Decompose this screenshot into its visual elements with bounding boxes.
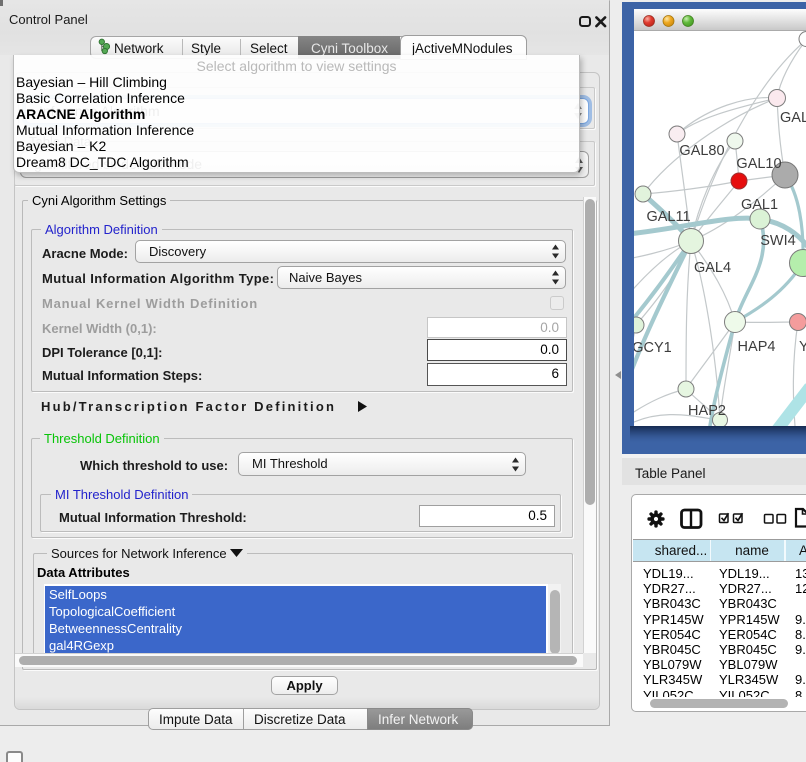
svg-text:GAL10: GAL10 [736,156,781,172]
svg-text:HAP4: HAP4 [738,339,776,355]
svg-text:GAL1: GAL1 [741,197,778,213]
svg-text:GCY1: GCY1 [632,340,672,356]
svg-text:GAL7: GAL7 [780,110,806,126]
svg-text:GAL80: GAL80 [679,143,724,159]
svg-text:GAL11: GAL11 [646,209,690,225]
svg-text:HAP2: HAP2 [688,403,726,419]
svg-text:GAL4: GAL4 [694,260,731,276]
svg-text:YJ: YJ [799,339,806,355]
svg-text:SWI4: SWI4 [760,233,795,249]
